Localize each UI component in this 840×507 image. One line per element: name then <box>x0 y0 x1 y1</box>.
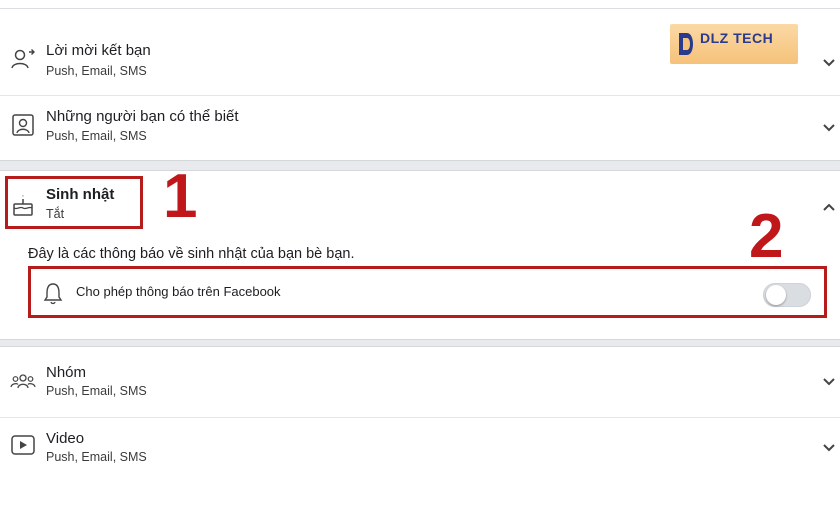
friend-requests-title: Lời mời kết bạn <box>46 42 151 59</box>
highlight-box-toggle <box>28 266 827 318</box>
video-subtitle: Push, Email, SMS <box>46 450 147 464</box>
row-video[interactable]: Video Push, Email, SMS <box>0 422 840 482</box>
people-you-may-know-title: Những người bạn có thể biết <box>46 108 239 125</box>
top-divider <box>0 8 840 9</box>
video-title: Video <box>46 430 85 447</box>
step-number-2: 2 <box>749 202 784 271</box>
chevron-down-icon[interactable] <box>822 375 836 389</box>
chevron-down-icon[interactable] <box>822 121 836 135</box>
brand-watermark: DLZ TECH <box>670 24 798 64</box>
birthday-description: Đây là các thông báo về sinh nhật của bạ… <box>28 246 355 262</box>
chevron-down-icon[interactable] <box>822 441 836 455</box>
brand-name: DLZ TECH <box>700 30 774 46</box>
highlight-box-birthdays <box>5 176 143 229</box>
person-add-icon <box>11 49 35 69</box>
contact-card-icon <box>12 114 34 136</box>
group-icon <box>10 374 36 389</box>
row-groups[interactable]: Nhóm Push, Email, SMS <box>0 356 840 416</box>
step-number-1: 1 <box>163 162 198 231</box>
row-divider <box>0 95 840 96</box>
groups-subtitle: Push, Email, SMS <box>46 384 147 398</box>
row-divider <box>0 417 840 418</box>
row-people-you-may-know[interactable]: Những người bạn có thể biết Push, Email,… <box>0 100 840 160</box>
chevron-up-icon[interactable] <box>822 200 836 214</box>
people-you-may-know-subtitle: Push, Email, SMS <box>46 129 147 143</box>
video-play-icon <box>11 435 35 455</box>
chevron-down-icon[interactable] <box>822 56 836 70</box>
groups-title: Nhóm <box>46 364 87 381</box>
brand-logo-icon <box>679 33 693 55</box>
friend-requests-subtitle: Push, Email, SMS <box>46 64 147 78</box>
